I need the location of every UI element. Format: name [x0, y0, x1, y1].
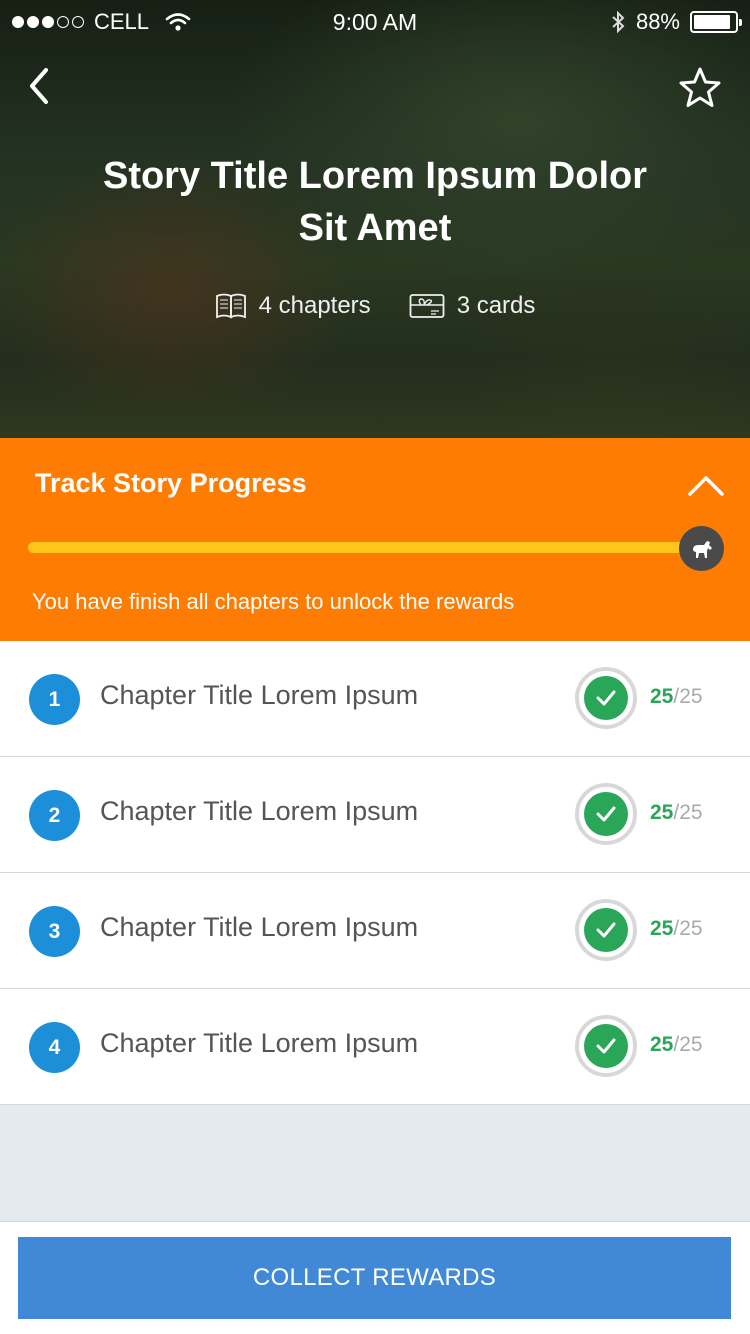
chapter-number: 3 — [29, 906, 80, 957]
score-total: /25 — [673, 685, 703, 708]
progress-panel: Track Story Progress You have finish all… — [0, 438, 750, 641]
story-title: Story Title Lorem Ipsum Dolor Sit Amet — [102, 155, 648, 249]
chapter-score: 25/25 — [650, 801, 703, 825]
chapter-row[interactable]: 1 Chapter Title Lorem Ipsum 25/25 — [0, 641, 750, 757]
collect-rewards-button[interactable]: COLLECT REWARDS — [18, 1237, 731, 1319]
chapters-count: 4 chapters — [258, 292, 371, 319]
book-icon — [215, 293, 246, 319]
chapter-list: 1 Chapter Title Lorem Ipsum 25/25 2 Chap… — [0, 641, 750, 1105]
score-earned: 25 — [650, 685, 674, 708]
chapter-number: 2 — [29, 790, 80, 841]
favorite-button[interactable] — [678, 66, 722, 110]
chapter-score: 25/25 — [650, 1033, 703, 1057]
chevron-left-icon — [30, 68, 48, 104]
chapter-row[interactable]: 2 Chapter Title Lorem Ipsum 25/25 — [0, 757, 750, 873]
star-icon — [679, 67, 721, 107]
score-earned: 25 — [650, 801, 674, 824]
score-total: /25 — [673, 1033, 703, 1056]
progress-track — [28, 542, 700, 553]
story-meta: 4 chapters 3 cards — [0, 292, 750, 320]
chapter-row[interactable]: 3 Chapter Title Lorem Ipsum 25/25 — [0, 873, 750, 989]
chapter-title: Chapter Title Lorem Ipsum — [100, 912, 419, 942]
progress-knob — [679, 526, 724, 571]
checkmark-icon — [596, 690, 616, 706]
footer-bar: COLLECT REWARDS — [0, 1221, 750, 1334]
cards-count: 3 cards — [456, 292, 536, 319]
chapter-title: Chapter Title Lorem Ipsum — [100, 796, 419, 826]
completed-badge — [575, 783, 637, 845]
checkmark-icon — [596, 1038, 616, 1054]
progress-fill — [28, 542, 700, 553]
chevron-up-icon — [688, 476, 724, 496]
checkmark-icon — [596, 806, 616, 822]
completed-badge — [575, 667, 637, 729]
gift-card-icon — [409, 294, 445, 318]
checkmark-icon — [596, 922, 616, 938]
score-earned: 25 — [650, 917, 674, 940]
chapter-title: Chapter Title Lorem Ipsum — [100, 1028, 419, 1058]
score-total: /25 — [673, 801, 703, 824]
completed-badge — [575, 1015, 637, 1077]
chapter-score: 25/25 — [650, 685, 703, 709]
chapter-number: 1 — [29, 674, 80, 725]
battery-icon — [690, 11, 742, 33]
battery-percent: 88% — [635, 9, 680, 34]
status-bar: CELL 9:00 AM 88% — [0, 0, 750, 44]
back-button[interactable] — [22, 64, 62, 108]
completed-badge — [575, 899, 637, 961]
horse-icon — [692, 540, 712, 558]
chapter-title: Chapter Title Lorem Ipsum — [100, 680, 419, 710]
bluetooth-icon — [612, 10, 625, 34]
progress-title: Track Story Progress — [35, 468, 307, 498]
score-earned: 25 — [650, 1033, 674, 1056]
chapter-score: 25/25 — [650, 917, 703, 941]
hero-banner: CELL 9:00 AM 88% Story Title Lorem Ipsum… — [0, 0, 750, 438]
chapter-number: 4 — [29, 1022, 80, 1073]
score-total: /25 — [673, 917, 703, 940]
collapse-button[interactable] — [686, 470, 726, 500]
chapter-row[interactable]: 4 Chapter Title Lorem Ipsum 25/25 — [0, 989, 750, 1105]
progress-note: You have finish all chapters to unlock t… — [32, 589, 515, 614]
